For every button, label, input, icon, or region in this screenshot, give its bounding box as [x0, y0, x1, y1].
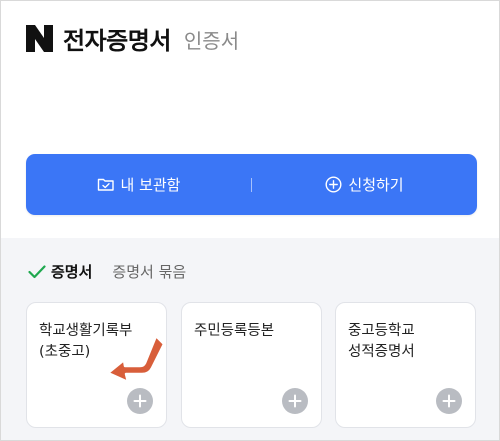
plus-icon: [133, 394, 147, 408]
certificate-section: 증명서 증명서 묶음 학교생활기록부 (초중고) 주민등록등본 중고등학교 성적…: [1, 238, 499, 440]
my-vault-button[interactable]: 내 보관함: [26, 154, 251, 215]
add-button[interactable]: [436, 388, 462, 414]
card-resident-register[interactable]: 주민등록등본: [181, 302, 322, 428]
apply-label: 신청하기: [348, 176, 404, 194]
card-grade-transcript[interactable]: 중고등학교 성적증명서: [335, 302, 476, 428]
action-bar: 내 보관함 신청하기: [26, 154, 477, 215]
plus-icon: [442, 394, 456, 408]
card-label: 주민등록등본: [194, 323, 275, 339]
certificate-cards: 학교생활기록부 (초중고) 주민등록등본 중고등학교 성적증명서: [26, 302, 477, 432]
tab-certificate-label: 증명서: [51, 263, 93, 281]
page-title: 전자증명서: [63, 26, 171, 55]
my-vault-label: 내 보관함: [120, 176, 181, 194]
apply-button[interactable]: 신청하기: [252, 154, 477, 215]
app-frame: 전자증명서 인증서 내 보관함 신청하기 증명서 증명서 묶음 학교생활기록부 …: [0, 0, 500, 441]
add-button[interactable]: [127, 388, 153, 414]
curved-arrow-icon: [106, 334, 166, 384]
card-label: 중고등학교 성적증명서: [348, 323, 415, 360]
plus-circle-icon: [325, 176, 342, 193]
page-header: 전자증명서 인증서: [26, 21, 239, 55]
plus-icon: [288, 394, 302, 408]
tab-certificate-bundle[interactable]: 증명서 묶음: [112, 261, 186, 282]
certificate-tabs: 증명서 증명서 묶음: [28, 261, 186, 282]
page-subtitle: 인증서: [183, 28, 240, 53]
naver-logo: [26, 24, 53, 52]
folder-check-icon: [97, 178, 114, 191]
add-button[interactable]: [282, 388, 308, 414]
tab-certificate[interactable]: 증명서: [28, 261, 92, 282]
checkmark-icon: [28, 264, 46, 278]
